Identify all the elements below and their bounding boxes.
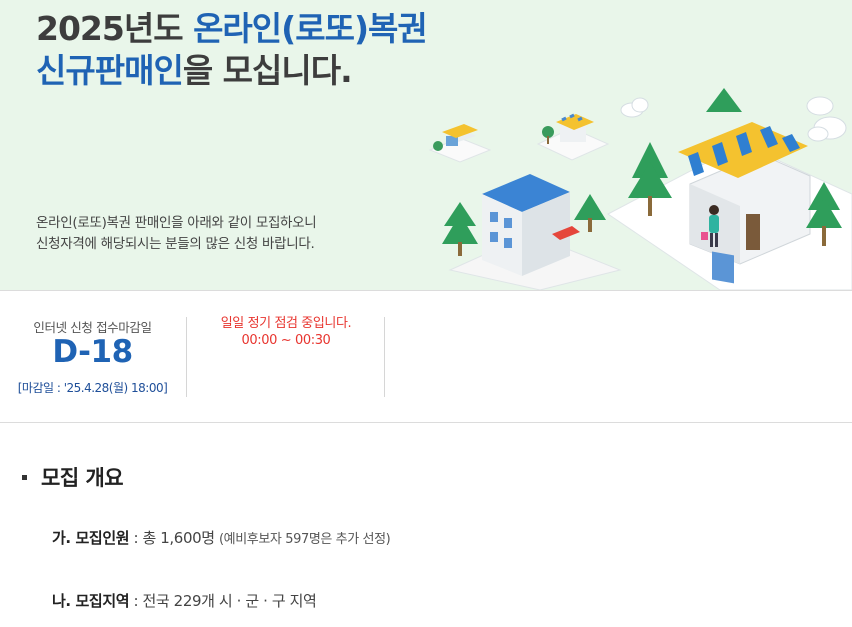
hero-banner: 2025년도 온라인(로또)복권 신규판매인을 모십니다. 온라인(로또)복권 … <box>0 0 852 290</box>
item-label: 나. 모집지역 <box>52 592 130 610</box>
notice-line2: 00:00 ~ 00:30 <box>241 333 331 348</box>
section-title: 모집 개요 <box>22 462 124 492</box>
hero-desc-line2: 신청자격에 해당되시는 분들의 많은 신청 바랍니다. <box>36 236 315 252</box>
maintenance-notice: 일일 정기 점검 중입니다. 00:00 ~ 00:30 <box>189 315 383 349</box>
divider <box>186 317 187 397</box>
hero-desc-line1: 온라인(로또)복권 판매인을 아래와 같이 모집하오니 <box>36 215 317 231</box>
divider <box>384 317 385 397</box>
deadline-date: [마감일 : '25.4.28(월) 18:00] <box>17 381 168 395</box>
notice-line1: 일일 정기 점검 중입니다. <box>220 316 352 331</box>
item-note: (예비후보자 597명은 추가 선정) <box>219 532 391 547</box>
item-separator: : <box>129 592 143 610</box>
hero-title: 2025년도 온라인(로또)복권 신규판매인을 모십니다. <box>36 8 428 92</box>
overview-item-count: 가. 모집인원 : 총 1,600명 (예비후보자 597명은 추가 선정) <box>52 527 391 548</box>
store-illustration <box>428 88 852 290</box>
item-value: 총 1,600명 <box>142 529 219 547</box>
status-strip: 인터넷 신청 접수마감일 D-18 [마감일 : '25.4.28(월) 18:… <box>0 290 852 423</box>
blue-building <box>448 174 622 290</box>
item-separator: : <box>129 529 143 547</box>
overview-item-region: 나. 모집지역 : 전국 229개 시 · 군 · 구 지역 <box>52 590 317 611</box>
bullet-icon <box>22 474 27 480</box>
item-label: 가. 모집인원 <box>52 529 130 547</box>
small-shop-middle <box>536 113 610 161</box>
hero-title-lotto: 온라인(로또)복권 <box>193 9 428 48</box>
hero-title-year: 2025년도 <box>36 9 194 48</box>
item-value: 전국 229개 시 · 군 · 구 지역 <box>142 592 317 610</box>
hero-title-seller: 신규판매인 <box>36 51 184 90</box>
section-title-text: 모집 개요 <box>41 466 124 490</box>
hero-description: 온라인(로또)복권 판매인을 아래와 같이 모집하오니 신청자격에 해당되시는 … <box>36 213 317 255</box>
dday-counter: D-18 <box>52 334 133 370</box>
small-shop-left <box>428 124 492 163</box>
hero-title-recruit: 을 모십니다. <box>182 51 353 90</box>
deadline-box: 인터넷 신청 접수마감일 D-18 [마감일 : '25.4.28(월) 18:… <box>0 291 185 422</box>
